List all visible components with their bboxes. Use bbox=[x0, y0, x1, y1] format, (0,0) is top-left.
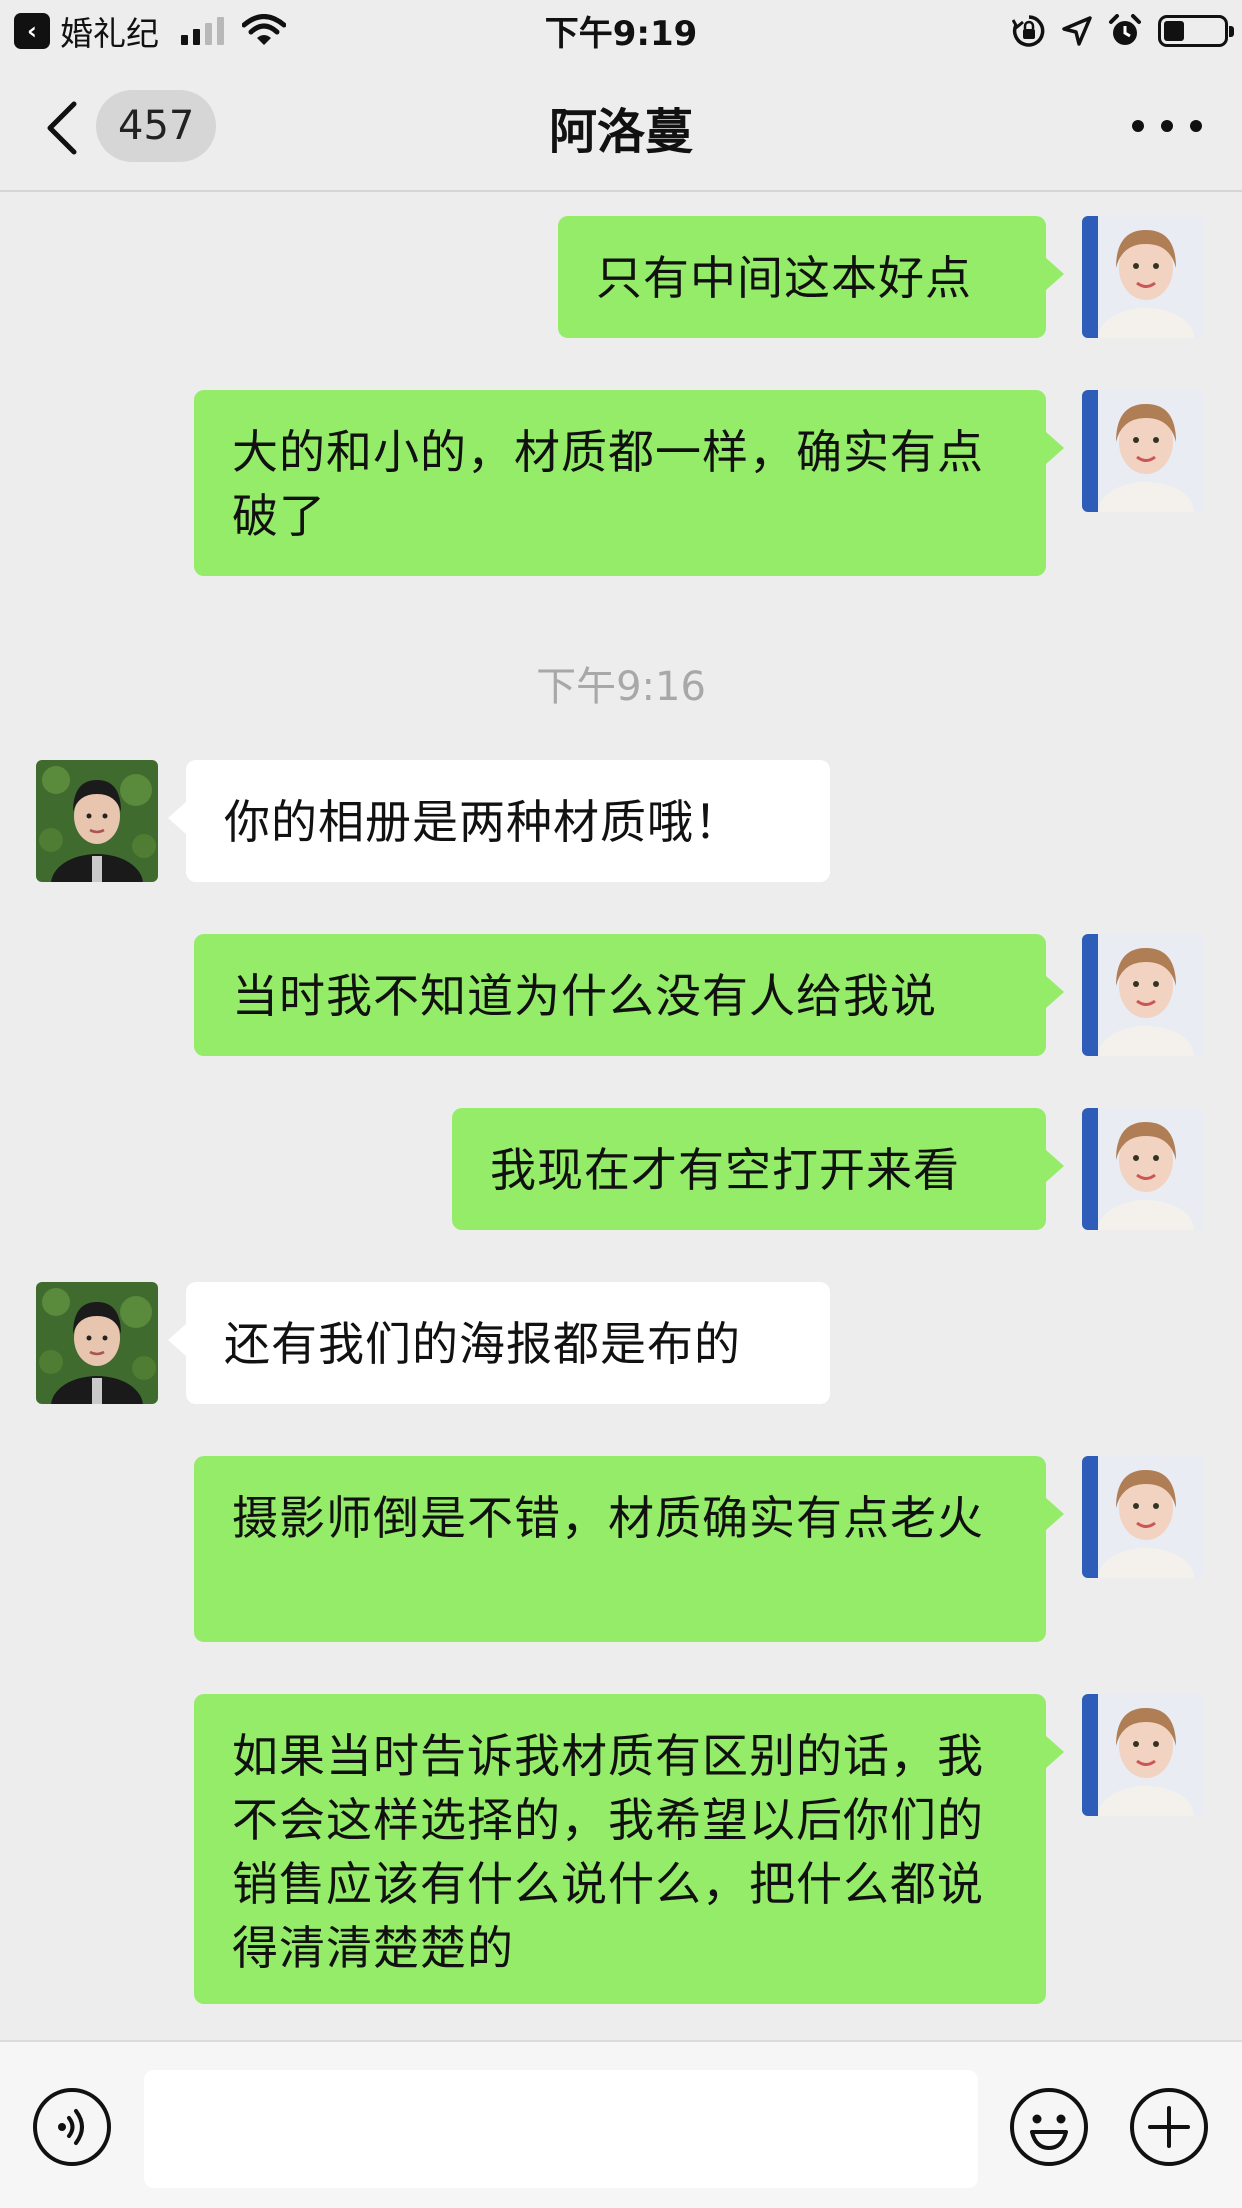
woman-portrait-icon bbox=[1082, 390, 1204, 512]
battery-icon bbox=[1158, 15, 1234, 47]
message-bubble-outgoing[interactable]: 摄影师倒是不错，材质确实有点老火 bbox=[194, 1456, 1064, 1642]
status-right bbox=[1012, 10, 1234, 52]
my-avatar[interactable] bbox=[1082, 934, 1204, 1056]
chat-title: 阿洛蔓 bbox=[548, 104, 693, 160]
message-bubble-incoming[interactable]: 你的相册是两种材质哦！ bbox=[168, 760, 830, 882]
my-avatar[interactable] bbox=[1082, 216, 1204, 338]
woman-portrait-icon bbox=[1082, 1108, 1204, 1230]
message-bubble-outgoing[interactable]: 我现在才有空打开来看 bbox=[452, 1108, 1064, 1230]
message-bubble-outgoing[interactable]: 只有中间这本好点 bbox=[558, 216, 1064, 338]
my-avatar[interactable] bbox=[1082, 1108, 1204, 1230]
person-portrait-icon bbox=[36, 760, 158, 882]
dot-icon bbox=[1190, 120, 1202, 132]
woman-portrait-icon bbox=[1082, 934, 1204, 1056]
woman-portrait-icon bbox=[1082, 216, 1204, 338]
message-bubble-incoming[interactable]: 还有我们的海报都是布的 bbox=[168, 1282, 830, 1404]
more-options-button[interactable] bbox=[1132, 106, 1202, 146]
chat-header: 457 阿洛蔓 bbox=[0, 62, 1242, 192]
my-avatar[interactable] bbox=[1082, 1694, 1204, 1816]
my-avatar[interactable] bbox=[1082, 1456, 1204, 1578]
emoji-icon[interactable] bbox=[1008, 2086, 1090, 2168]
contact-avatar[interactable] bbox=[36, 760, 158, 882]
alarm-icon bbox=[1109, 14, 1141, 45]
plus-icon[interactable] bbox=[1128, 2086, 1210, 2168]
rotation-lock-icon bbox=[1012, 15, 1045, 47]
location-icon bbox=[1062, 16, 1092, 46]
chat-input-bar bbox=[0, 2040, 1242, 2208]
message-timestamp: 下午9:16 bbox=[536, 664, 706, 710]
message-bubble-outgoing[interactable]: 如果当时告诉我材质有区别的话，我不会这样选择的，我希望以后你们的销售应该有什么说… bbox=[194, 1694, 1064, 2004]
dot-icon bbox=[1132, 120, 1144, 132]
woman-portrait-icon bbox=[1082, 1694, 1204, 1816]
chat-screen: ‹ 婚礼纪 下午9:19 457 阿洛蔓 只有中间这本好点 大的和小的，材质都一… bbox=[0, 0, 1242, 2208]
message-bubble-outgoing[interactable]: 当时我不知道为什么没有人给我说 bbox=[194, 934, 1064, 1056]
voice-icon[interactable] bbox=[31, 2086, 113, 2168]
message-input[interactable] bbox=[144, 2070, 978, 2188]
person-portrait-icon bbox=[36, 1282, 158, 1404]
message-bubble-outgoing[interactable]: 大的和小的，材质都一样，确实有点破了 bbox=[194, 390, 1064, 576]
status-bar: ‹ 婚礼纪 下午9:19 bbox=[0, 0, 1242, 62]
my-avatar[interactable] bbox=[1082, 390, 1204, 512]
dot-icon bbox=[1161, 120, 1173, 132]
contact-avatar[interactable] bbox=[36, 1282, 158, 1404]
woman-portrait-icon bbox=[1082, 1456, 1204, 1578]
